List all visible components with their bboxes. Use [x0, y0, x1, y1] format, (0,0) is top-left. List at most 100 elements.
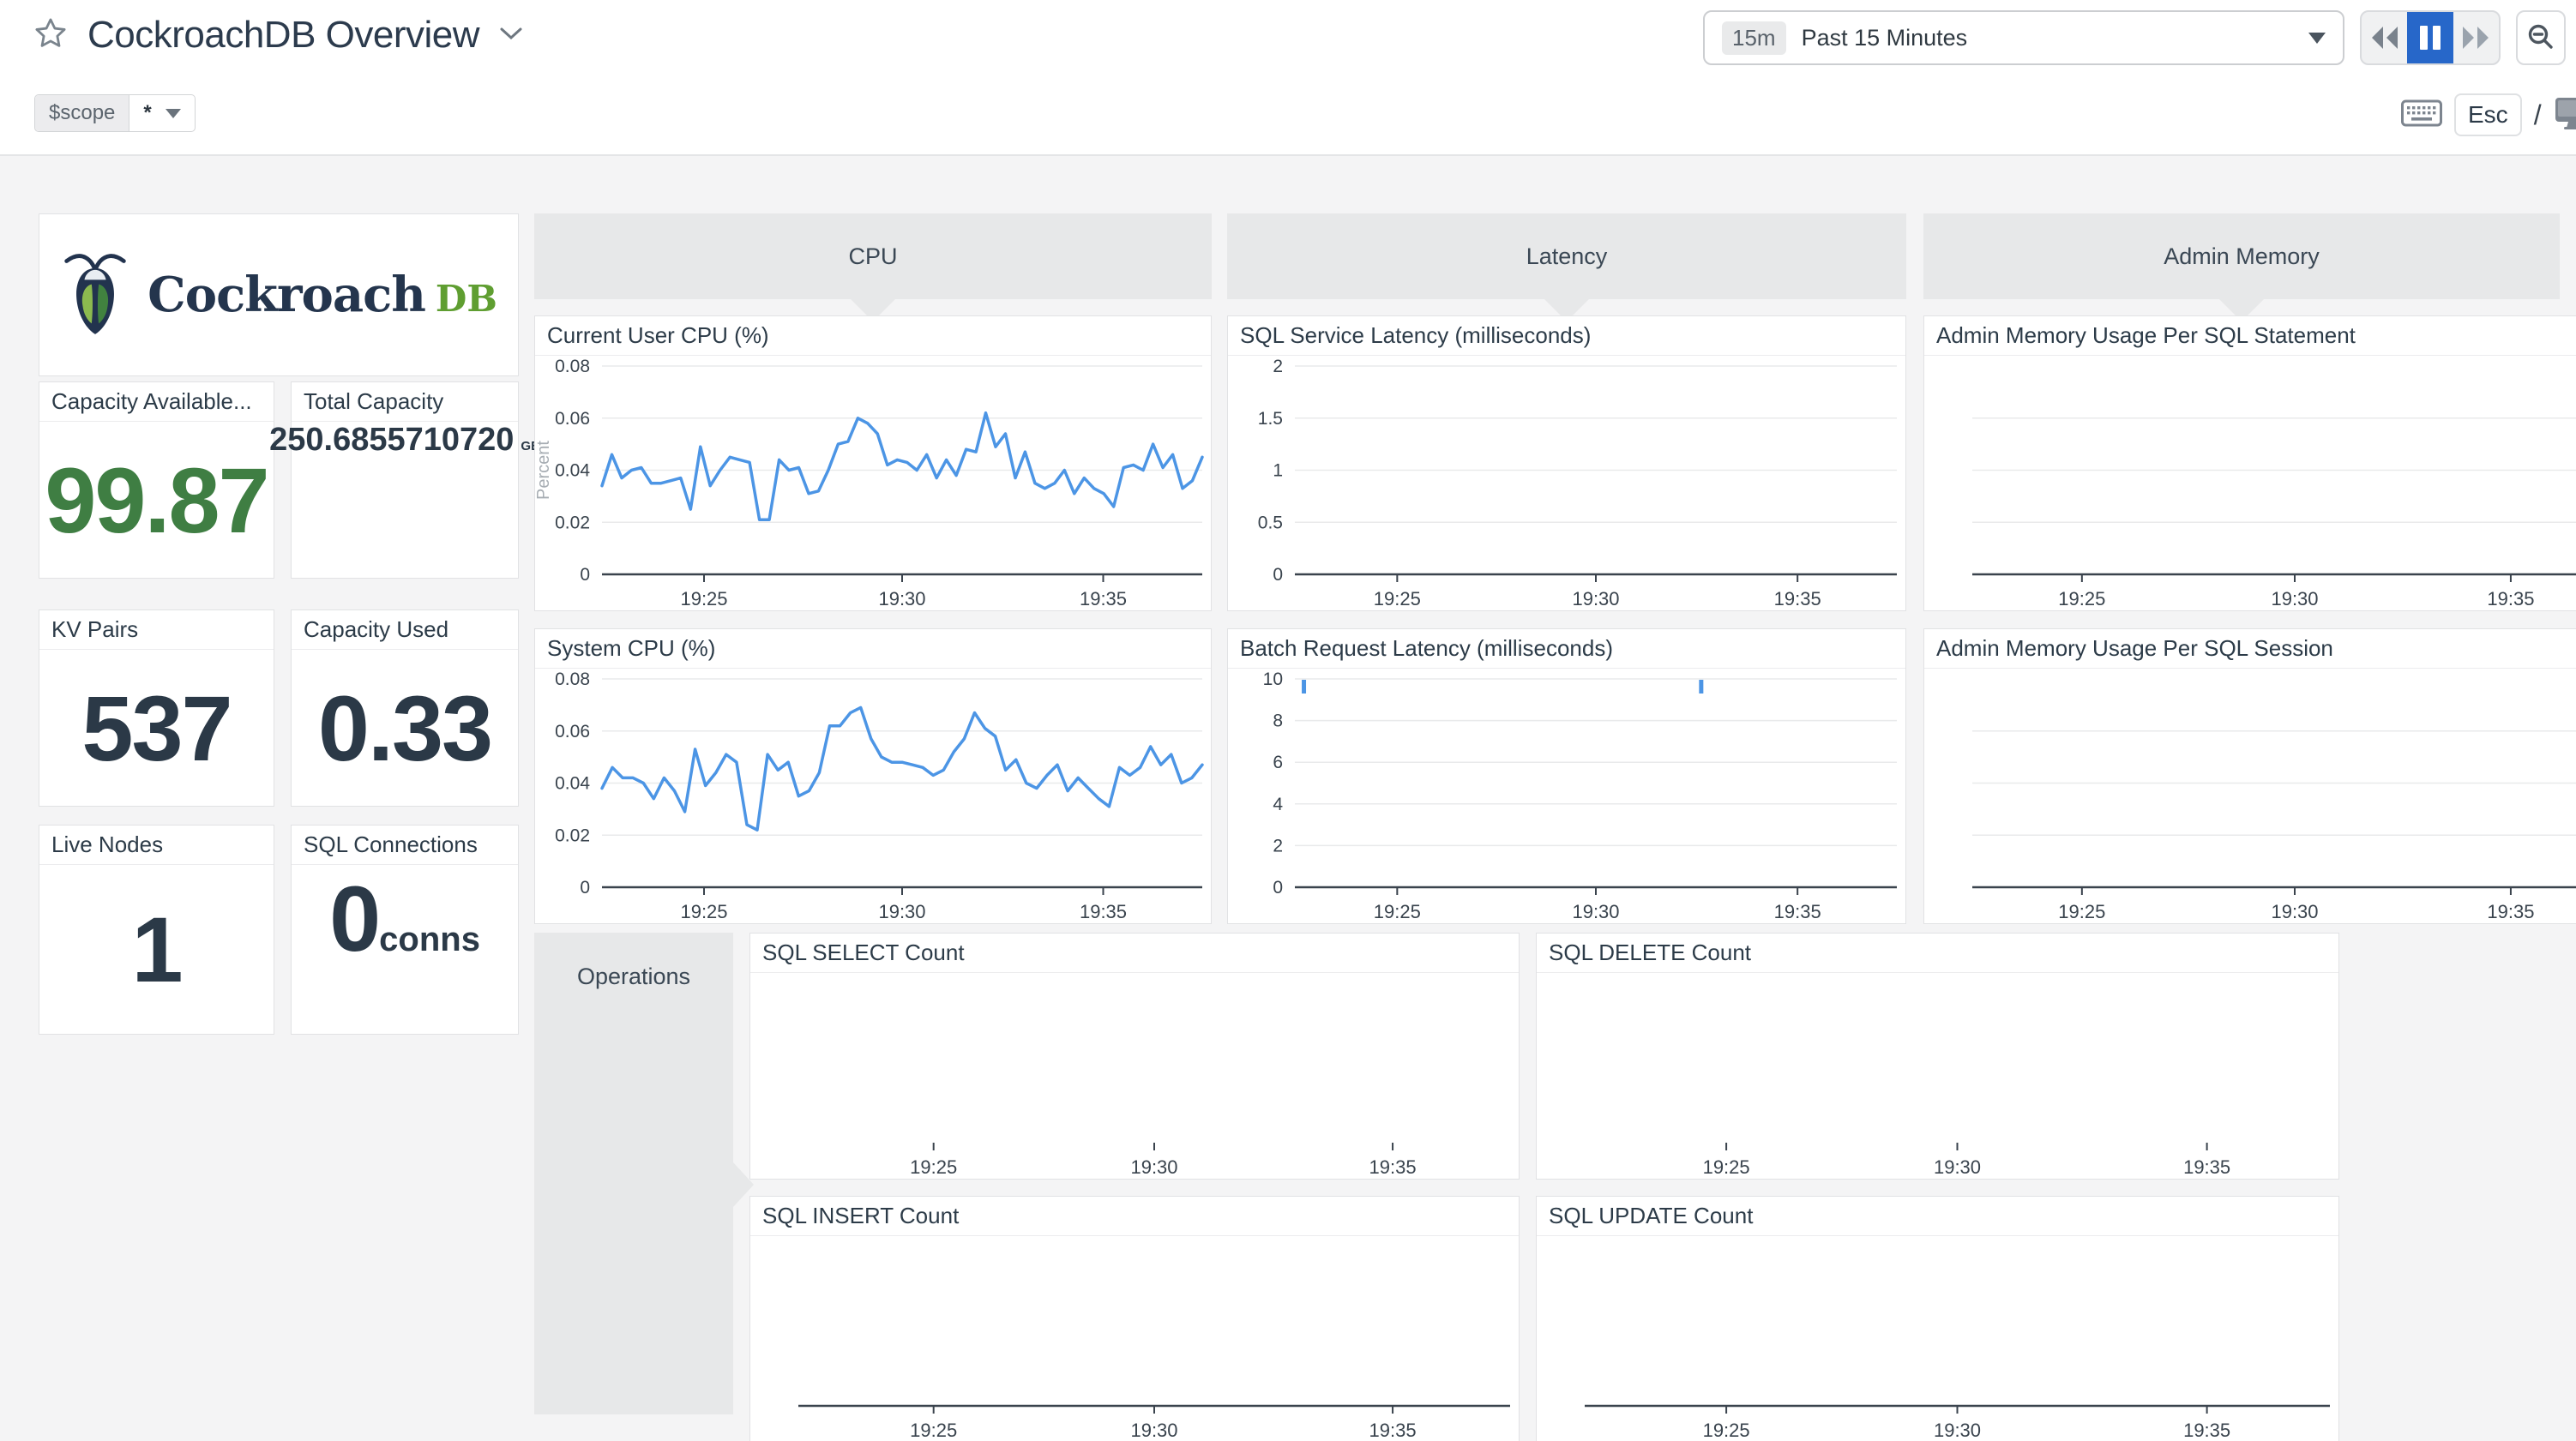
svg-text:19:25: 19:25 [680, 901, 727, 922]
svg-text:19:25: 19:25 [2058, 901, 2105, 922]
shortcut-hints: Esc / [2401, 93, 2576, 137]
chart-canvas[interactable]: 00.020.040.060.0819:2519:3019:35Percent [535, 356, 1211, 610]
svg-text:4: 4 [1273, 795, 1283, 814]
stat-value: 1 [39, 865, 274, 1034]
svg-text:0.02: 0.02 [555, 513, 590, 532]
svg-text:19:25: 19:25 [1703, 1420, 1750, 1441]
slash-shortcut: / [2534, 99, 2542, 131]
group-header-cpu[interactable]: CPU [534, 213, 1212, 299]
svg-text:0: 0 [1273, 878, 1283, 898]
stat-title: Capacity Available... [39, 382, 274, 422]
chart-panel-sql-insert-count: SQL INSERT Count 19:2519:3019:35 [749, 1196, 1520, 1441]
stat-total-capacity[interactable]: Total Capacity 250.6855710720GB [291, 381, 519, 579]
dropdown-caret-icon [2308, 33, 2326, 44]
scope-variable-value: * [143, 101, 151, 125]
group-header-admin-memory[interactable]: Admin Memory [1923, 213, 2560, 299]
svg-text:19:35: 19:35 [1774, 901, 1821, 922]
svg-text:6: 6 [1273, 753, 1283, 772]
stat-capacity-used[interactable]: Capacity Used 0.33 [291, 609, 519, 807]
cockroach-wordmark: Cockroach DB [147, 267, 497, 323]
svg-text:19:35: 19:35 [2183, 1420, 2230, 1441]
chart-panel-sql-delete-count: SQL DELETE Count 19:2519:3019:35 [1536, 933, 2339, 1180]
fast-forward-button[interactable] [2453, 12, 2499, 63]
time-range-picker[interactable]: 15m Past 15 Minutes [1703, 10, 2344, 65]
stat-value: 250.6855710720GB [292, 422, 518, 578]
chart-panel-current-user-cpu: Current User CPU (%) 00.020.040.060.0819… [534, 315, 1212, 611]
esc-button[interactable]: Esc [2454, 93, 2522, 136]
monitor-icon[interactable] [2554, 96, 2576, 135]
scope-variable-value-dropdown[interactable]: * [129, 95, 194, 131]
chart-canvas[interactable]: 024681019:2519:3019:35 [1228, 669, 1905, 923]
chart-canvas[interactable]: 19:2519:3019:35 [1924, 356, 2576, 610]
time-range-label: Past 15 Minutes [1802, 25, 2293, 51]
chart-title: SQL Service Latency (milliseconds) [1228, 316, 1905, 356]
chart-title: System CPU (%) [535, 629, 1211, 669]
svg-text:19:25: 19:25 [1374, 901, 1421, 922]
chart-title: Admin Memory Usage Per SQL Statement [1924, 316, 2576, 356]
svg-text:1.5: 1.5 [1258, 409, 1283, 429]
stat-title: KV Pairs [39, 610, 274, 650]
svg-text:0: 0 [580, 878, 590, 898]
svg-text:19:30: 19:30 [1934, 1420, 1981, 1441]
svg-text:0.02: 0.02 [555, 826, 590, 845]
chart-canvas[interactable]: 19:25 19:30 19:35 [1537, 1236, 2338, 1441]
chart-canvas[interactable]: 00.511.5219:2519:3019:35 [1228, 356, 1905, 610]
zoom-out-button[interactable] [2516, 10, 2566, 65]
stat-title: Capacity Used [292, 610, 518, 650]
svg-text:0.06: 0.06 [555, 409, 590, 429]
svg-text:0.04: 0.04 [555, 774, 590, 794]
chart-title: Admin Memory Usage Per SQL Session [1924, 629, 2576, 669]
svg-text:19:25: 19:25 [910, 1156, 957, 1178]
chart-panel-sql-select-count: SQL SELECT Count 19:2519:3019:35 [749, 933, 1520, 1180]
svg-text:19:35: 19:35 [1080, 588, 1127, 609]
svg-text:19:35: 19:35 [2487, 588, 2534, 609]
svg-text:2: 2 [1273, 836, 1283, 856]
svg-text:19:35: 19:35 [1369, 1156, 1417, 1178]
svg-text:0.08: 0.08 [555, 357, 590, 376]
stat-title: Total Capacity [292, 382, 518, 422]
svg-text:19:35: 19:35 [1080, 901, 1127, 922]
svg-text:19:35: 19:35 [2183, 1156, 2230, 1178]
dashboard-title-area: CockroachDB Overview [33, 14, 524, 57]
stat-live-nodes[interactable]: Live Nodes 1 [39, 825, 274, 1035]
cockroach-logo-icon [60, 250, 130, 340]
stat-value: 0.33 [292, 650, 518, 806]
chart-panel-sql-service-latency: SQL Service Latency (milliseconds) 00.51… [1227, 315, 1906, 611]
chart-panel-sql-update-count: SQL UPDATE Count 19:2519:3019:35 [1536, 1196, 2339, 1441]
svg-text:19:30: 19:30 [1934, 1156, 1981, 1178]
pause-button[interactable] [2407, 12, 2453, 63]
chart-canvas[interactable]: 00.020.040.060.0819:2519:3019:35 [535, 669, 1211, 923]
chart-panel-admin-memory-session: Admin Memory Usage Per SQL Session 19:25… [1923, 628, 2576, 924]
group-header-operations[interactable]: Operations [534, 933, 733, 1414]
chart-panel-system-cpu: System CPU (%) 00.020.040.060.0819:2519:… [534, 628, 1212, 924]
svg-text:19:35: 19:35 [1369, 1420, 1417, 1441]
chart-canvas[interactable]: 19:2519:3019:35 [750, 1236, 1519, 1441]
stat-kv-pairs[interactable]: KV Pairs 537 [39, 609, 274, 807]
svg-text:19:30: 19:30 [2271, 901, 2318, 922]
svg-text:0.04: 0.04 [555, 461, 590, 481]
group-header-latency[interactable]: Latency [1227, 213, 1906, 299]
header: CockroachDB Overview 15m Past 15 Minutes [0, 0, 2576, 156]
svg-text:0.06: 0.06 [555, 722, 590, 742]
chart-canvas[interactable]: 19:2519:3019:35 [1924, 669, 2576, 923]
chevron-down-icon[interactable] [498, 25, 524, 46]
keyboard-icon[interactable] [2401, 98, 2442, 133]
stat-value: 537 [39, 650, 274, 806]
chart-canvas[interactable]: 19:2519:3019:35 [1537, 973, 2338, 1179]
stat-value: 99.87 [39, 422, 274, 578]
page-title: CockroachDB Overview [87, 14, 479, 57]
svg-text:19:30: 19:30 [878, 588, 925, 609]
svg-text:19:30: 19:30 [1130, 1156, 1177, 1178]
rewind-button[interactable] [2362, 12, 2407, 63]
svg-text:1: 1 [1273, 461, 1283, 481]
dashboard: CockroachDB Overview 15m Past 15 Minutes [0, 0, 2576, 1441]
chart-canvas[interactable]: 19:25 19:30 19:35 [750, 973, 1519, 1179]
svg-text:19:25: 19:25 [680, 588, 727, 609]
stat-title: Live Nodes [39, 826, 274, 865]
star-icon[interactable] [33, 15, 69, 56]
chart-title: Current User CPU (%) [535, 316, 1211, 356]
stat-capacity-available[interactable]: Capacity Available... 99.87 [39, 381, 274, 579]
stat-sql-connections[interactable]: SQL Connections 0conns [291, 825, 519, 1035]
svg-text:Percent: Percent [535, 441, 553, 500]
template-variable-scope: $scope * [34, 94, 196, 132]
